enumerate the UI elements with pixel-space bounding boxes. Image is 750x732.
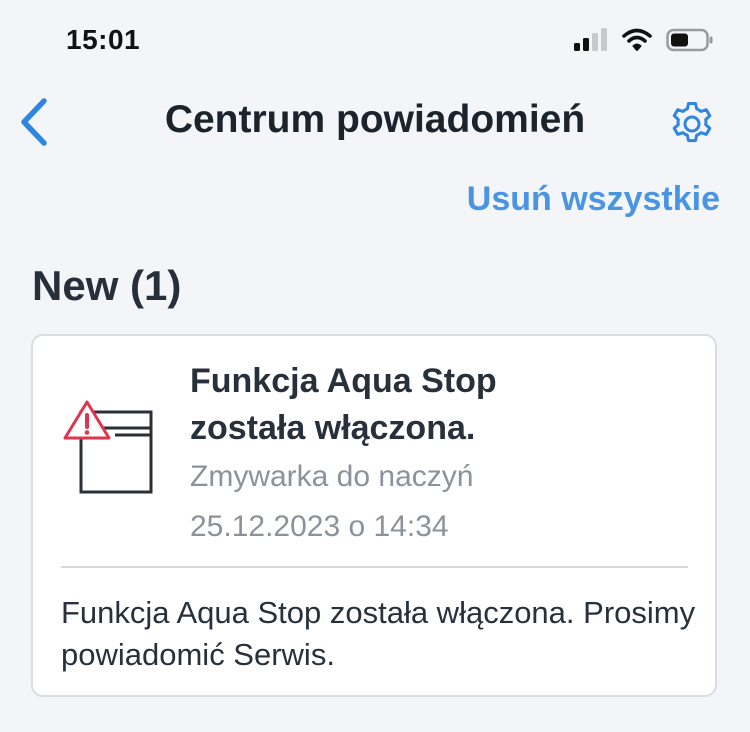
notification-device: Zmywarka do naczyń [190, 460, 474, 493]
notification-title: Funkcja Aqua Stop została włączona. [190, 362, 497, 447]
status-time: 15:01 [66, 24, 141, 55]
notification-center-screen: 15:01 Centrum powiadomień Usuń wszystkie… [0, 0, 750, 732]
page-title: Centrum powiadomień [164, 98, 586, 141]
notification-card[interactable]: Funkcja Aqua Stop została włączona. Zmyw… [31, 334, 717, 697]
battery-icon [666, 28, 713, 52]
status-icons [574, 27, 714, 53]
wifi-icon [622, 28, 652, 51]
cellular-signal-icon [574, 28, 607, 51]
gear-icon [672, 102, 712, 143]
clear-all-button[interactable]: Usuń wszystkie [467, 180, 720, 219]
settings-button[interactable] [668, 100, 716, 148]
section-title-new: New (1) [32, 262, 182, 309]
dishwasher-warning-icon [63, 400, 153, 494]
notification-timestamp: 25.12.2023 o 14:34 [190, 510, 449, 543]
notification-body: Funkcja Aqua Stop została włączona. Pros… [61, 595, 696, 672]
card-divider [61, 566, 688, 568]
